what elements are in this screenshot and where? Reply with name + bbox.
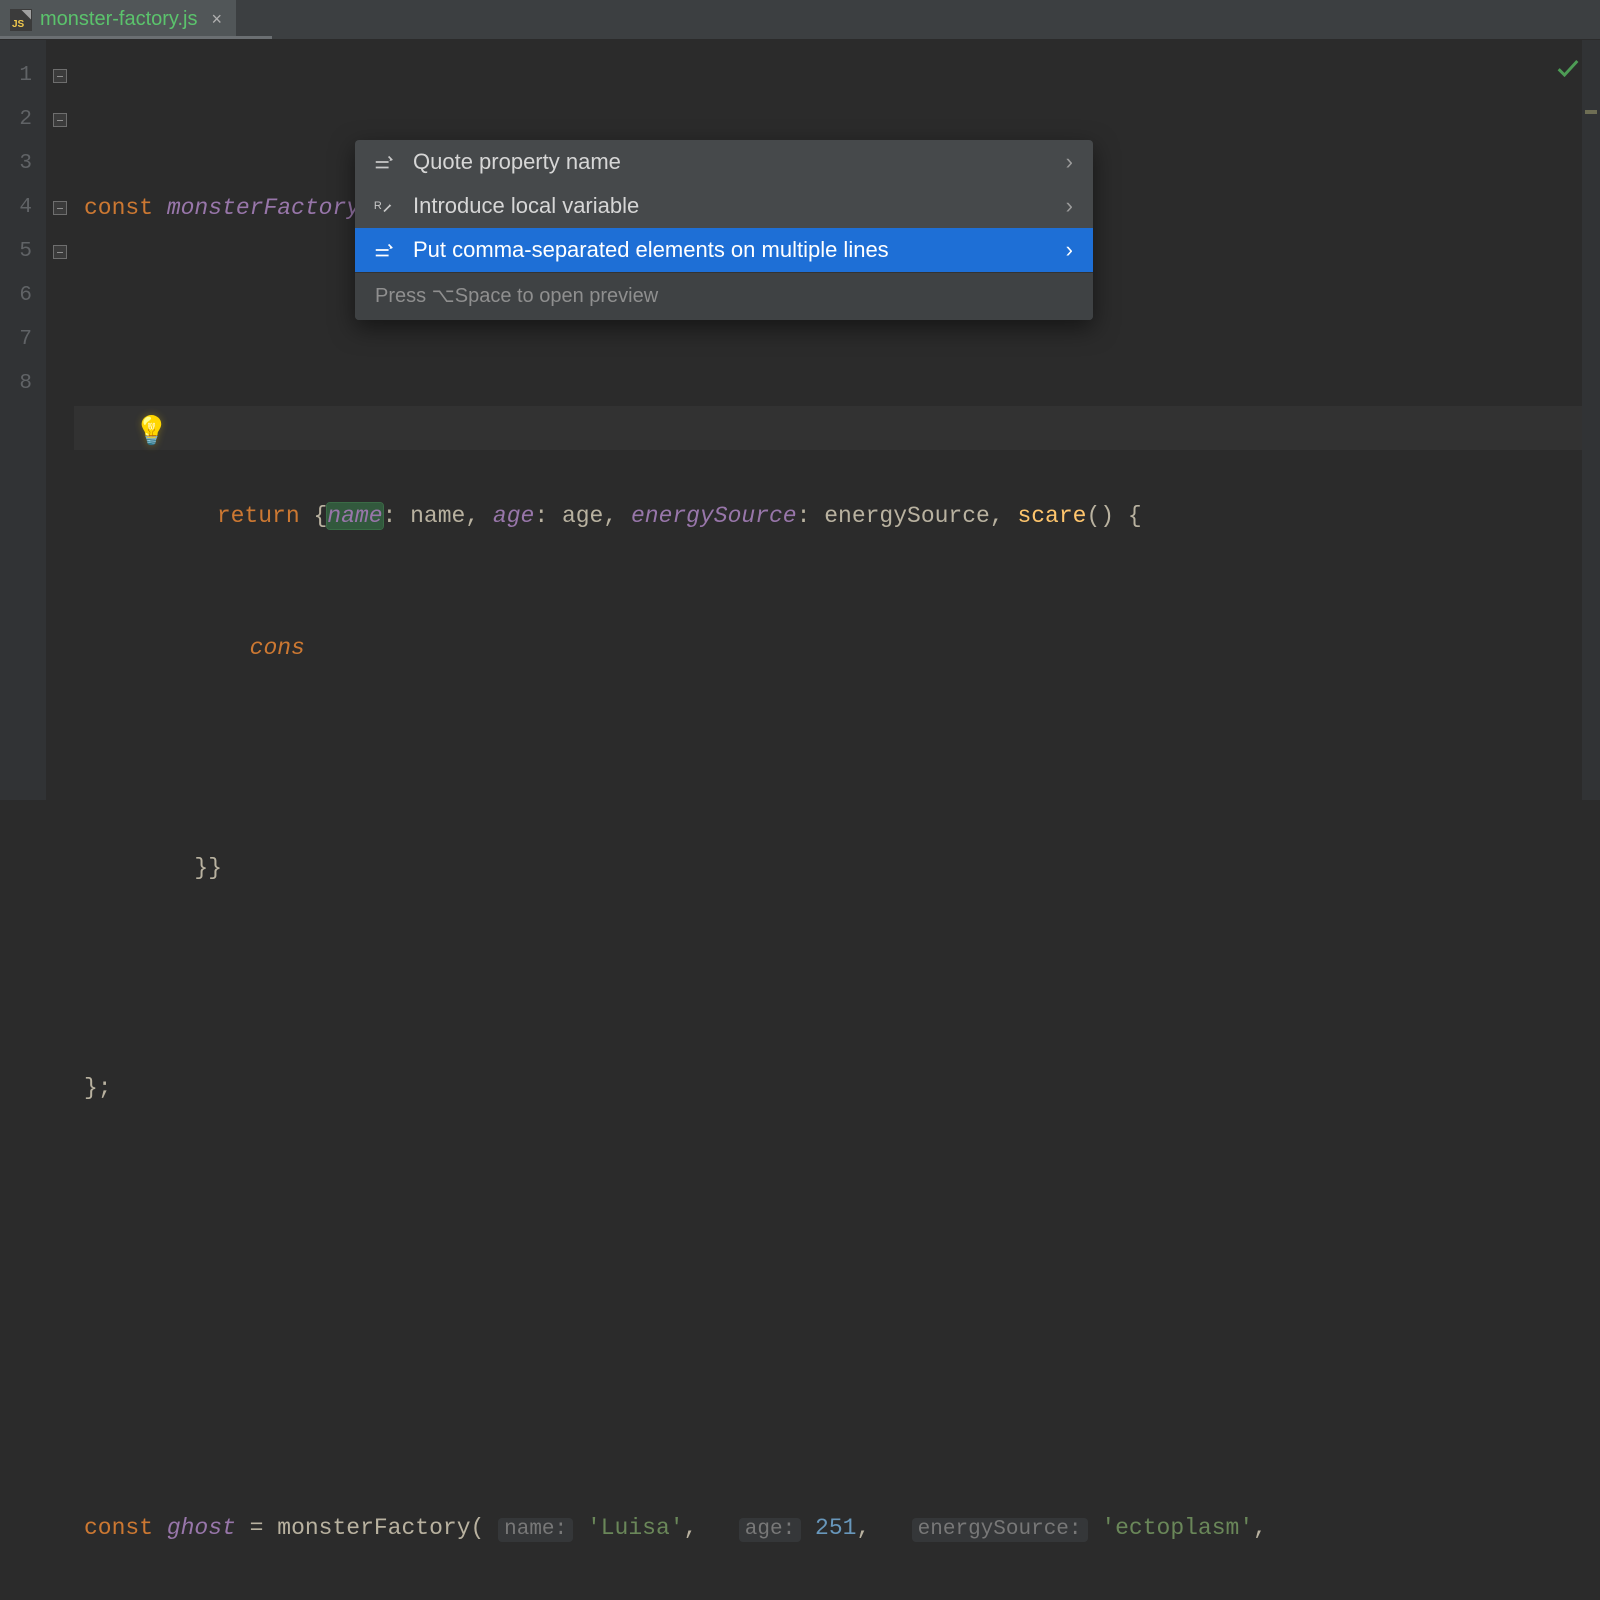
line-number[interactable]: 3 [0, 142, 46, 186]
svg-text:R: R [374, 200, 382, 212]
editor-tab[interactable]: JS monster-factory.js × [0, 0, 236, 39]
fold-toggle[interactable] [46, 54, 74, 98]
line-number[interactable]: 2 [0, 98, 46, 142]
popup-hint: Press ⌥Space to open preview [355, 272, 1093, 320]
fold-toggle[interactable] [46, 230, 74, 274]
gutter: 1 2 3 4 5 6 7 8 [0, 40, 46, 800]
fold-toggle[interactable] [46, 98, 74, 142]
edit-icon [373, 239, 395, 261]
code-line[interactable] [74, 1286, 1600, 1330]
refactor-icon: R [373, 195, 395, 217]
intention-item-label: Introduce local variable [413, 193, 639, 219]
intention-item-introduce-variable[interactable]: R Introduce local variable › [355, 184, 1093, 228]
tab-filename: monster-factory.js [40, 8, 197, 31]
code-line[interactable]: }; [74, 1066, 1600, 1110]
code-line[interactable]: const ghost = monsterFactory( name: 'Lui… [74, 1506, 1600, 1550]
code-line[interactable]: 💡 return {name: name, age: age, energySo… [74, 406, 1600, 450]
file-js-icon: JS [10, 9, 32, 31]
intention-popup: Quote property name › R Introduce local … [355, 140, 1093, 320]
line-number[interactable]: 6 [0, 274, 46, 318]
tab-bar: JS monster-factory.js × [0, 0, 1600, 40]
inspection-ok-icon[interactable] [1554, 54, 1582, 82]
fold-toggle[interactable] [46, 186, 74, 230]
line-number[interactable]: 5 [0, 230, 46, 274]
line-number[interactable]: 8 [0, 362, 46, 406]
edit-icon [373, 151, 395, 173]
line-number[interactable]: 7 [0, 318, 46, 362]
intention-bulb-icon[interactable]: 💡 [134, 412, 169, 456]
chevron-right-icon: › [1066, 193, 1073, 219]
intention-item-split-lines[interactable]: Put comma-separated elements on multiple… [355, 228, 1093, 272]
line-number[interactable]: 4 [0, 186, 46, 230]
intention-item-label: Put comma-separated elements on multiple… [413, 237, 889, 263]
line-number[interactable]: 1 [0, 54, 46, 98]
code-line[interactable]: cons [74, 626, 1600, 670]
error-stripe[interactable] [1582, 40, 1600, 800]
active-tab-indicator [0, 36, 272, 39]
close-icon[interactable]: × [211, 9, 222, 30]
fold-column [46, 40, 74, 800]
intention-item-label: Quote property name [413, 149, 621, 175]
intention-item-quote-property[interactable]: Quote property name › [355, 140, 1093, 184]
code-line[interactable]: }} [74, 846, 1600, 890]
chevron-right-icon: › [1066, 149, 1073, 175]
chevron-right-icon: › [1066, 237, 1073, 263]
